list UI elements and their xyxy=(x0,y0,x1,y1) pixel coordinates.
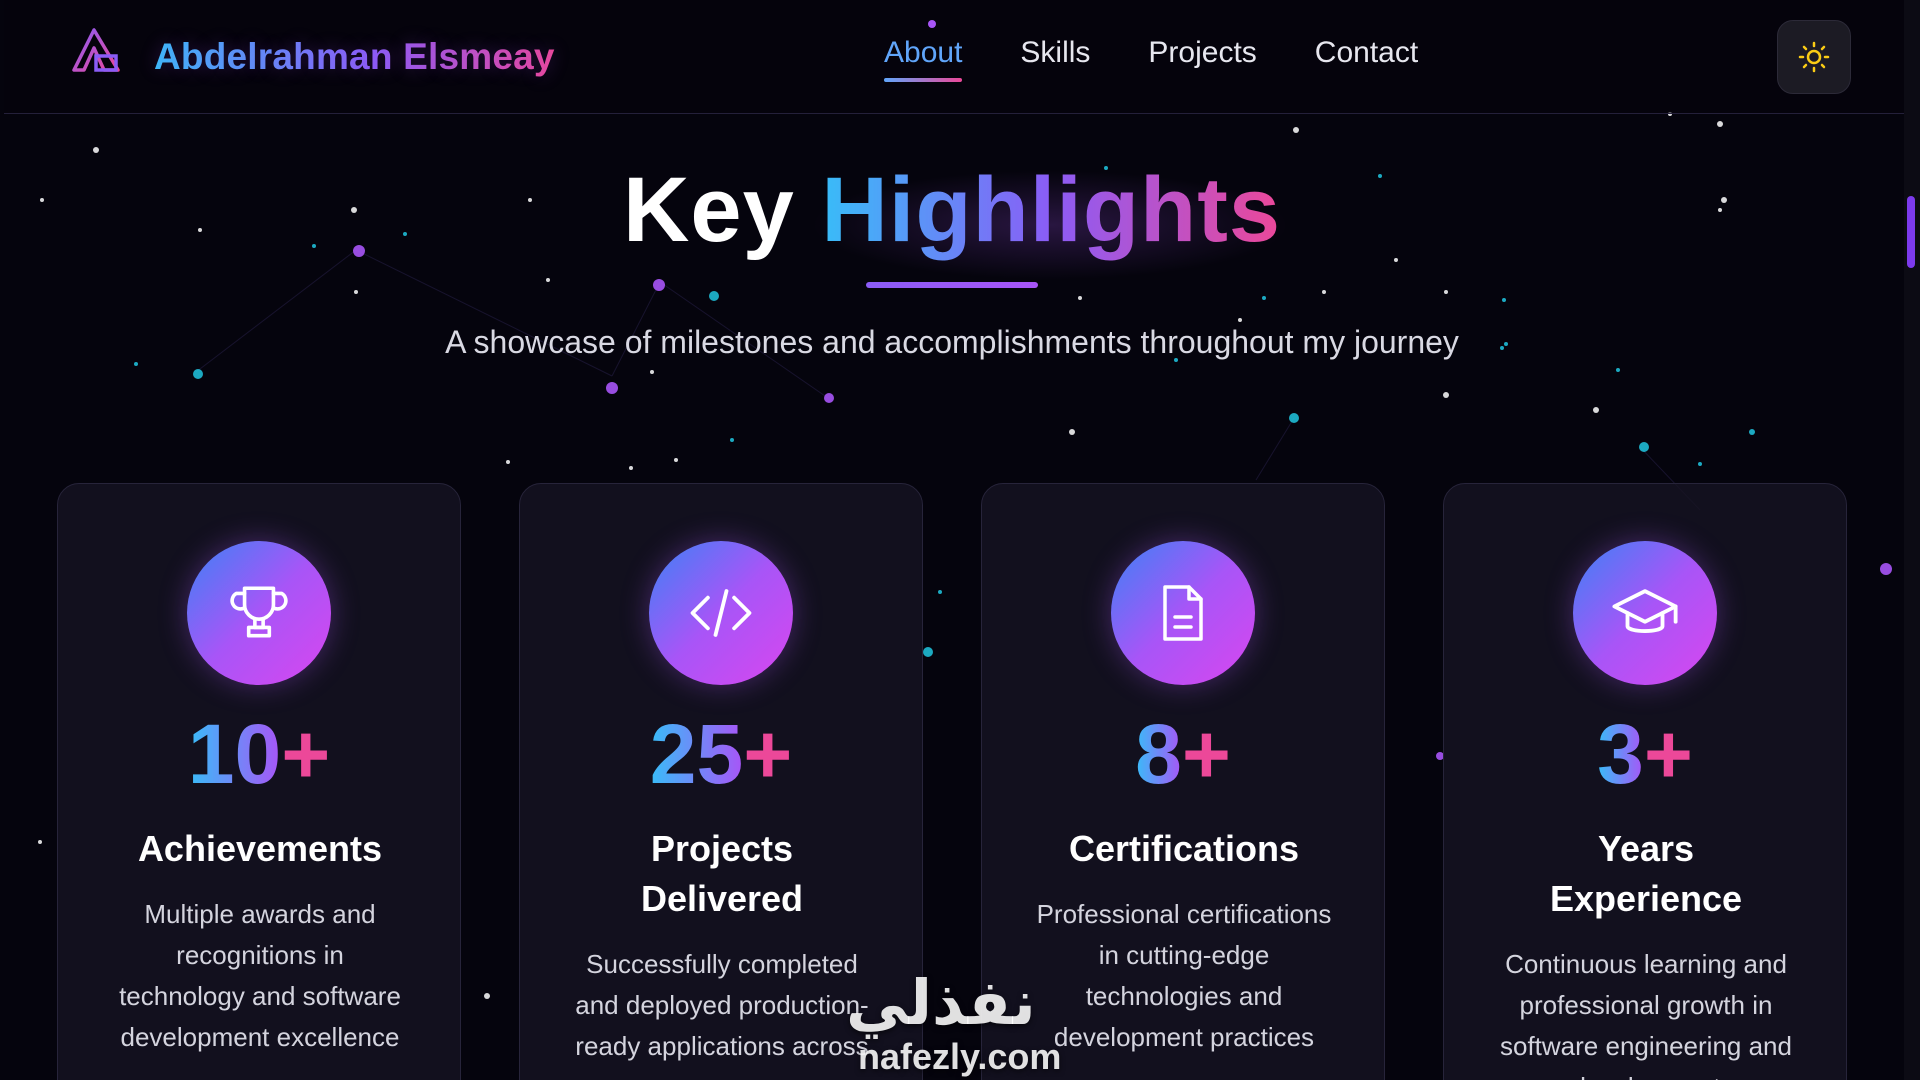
card-title: Years Experience xyxy=(1549,828,1743,919)
card-title: Projects Delivered xyxy=(640,828,804,919)
card-icon-circle xyxy=(1573,541,1717,685)
card-stat: 8+ xyxy=(1135,707,1231,801)
theme-toggle-button[interactable] xyxy=(1777,20,1851,94)
navbar: Abdelrahman Elsmeay About Skills Project… xyxy=(4,0,1904,114)
nav-indicator-dot xyxy=(928,20,936,28)
card-title: Achievements xyxy=(137,828,383,869)
highlight-card-certifications: 8+ Certifications Professional certifica… xyxy=(981,483,1385,1080)
highlight-card-experience: 3+ Years Experience Continuous learning … xyxy=(1443,483,1847,1080)
nav-link-projects[interactable]: Projects xyxy=(1148,36,1256,70)
card-description: Successfully completed and deployed prod… xyxy=(575,949,869,1061)
scrollbar-track[interactable] xyxy=(1904,0,1920,1080)
nav-link-about[interactable]: About xyxy=(884,36,963,82)
card-icon-circle xyxy=(649,541,793,685)
highlight-card-achievements: 10+ Achievements Multiple awards and rec… xyxy=(57,483,461,1080)
document-icon xyxy=(1163,585,1203,641)
card-description: Professional certifications in cutting-e… xyxy=(1036,899,1332,1052)
card-icon-circle xyxy=(187,541,331,685)
watermark-latin: nafezly.com xyxy=(858,1036,1062,1077)
title-accent: Highlights xyxy=(821,159,1282,261)
title-underline xyxy=(866,282,1038,288)
sun-icon xyxy=(1798,41,1830,73)
card-stat: 3+ xyxy=(1597,707,1693,801)
nav-link-contact[interactable]: Contact xyxy=(1315,36,1418,70)
card-icon-circle xyxy=(1111,541,1255,685)
card-stat: 25+ xyxy=(649,707,793,801)
card-description: Multiple awards and recognitions in tech… xyxy=(119,899,401,1052)
brand-name[interactable]: Abdelrahman Elsmeay xyxy=(154,36,555,78)
title-main: Key xyxy=(622,159,795,261)
nav-links: About Skills Projects Contact xyxy=(884,36,1476,82)
triangle-logo-icon[interactable] xyxy=(70,26,122,74)
scrollbar-thumb[interactable] xyxy=(1907,196,1915,268)
card-title: Certifications xyxy=(1068,828,1300,869)
graduation-cap-icon xyxy=(1612,589,1678,633)
card-description: Continuous learning and professional gro… xyxy=(1500,949,1792,1080)
section-title: Key Highlights xyxy=(0,158,1904,263)
section-subtitle: A showcase of milestones and accomplishm… xyxy=(445,324,1459,360)
card-stat: 10+ xyxy=(187,707,331,801)
nav-link-skills[interactable]: Skills xyxy=(1020,36,1090,70)
trophy-icon xyxy=(230,586,288,638)
watermark-arabic: نفذلي xyxy=(846,969,1036,1038)
code-icon xyxy=(690,589,752,637)
